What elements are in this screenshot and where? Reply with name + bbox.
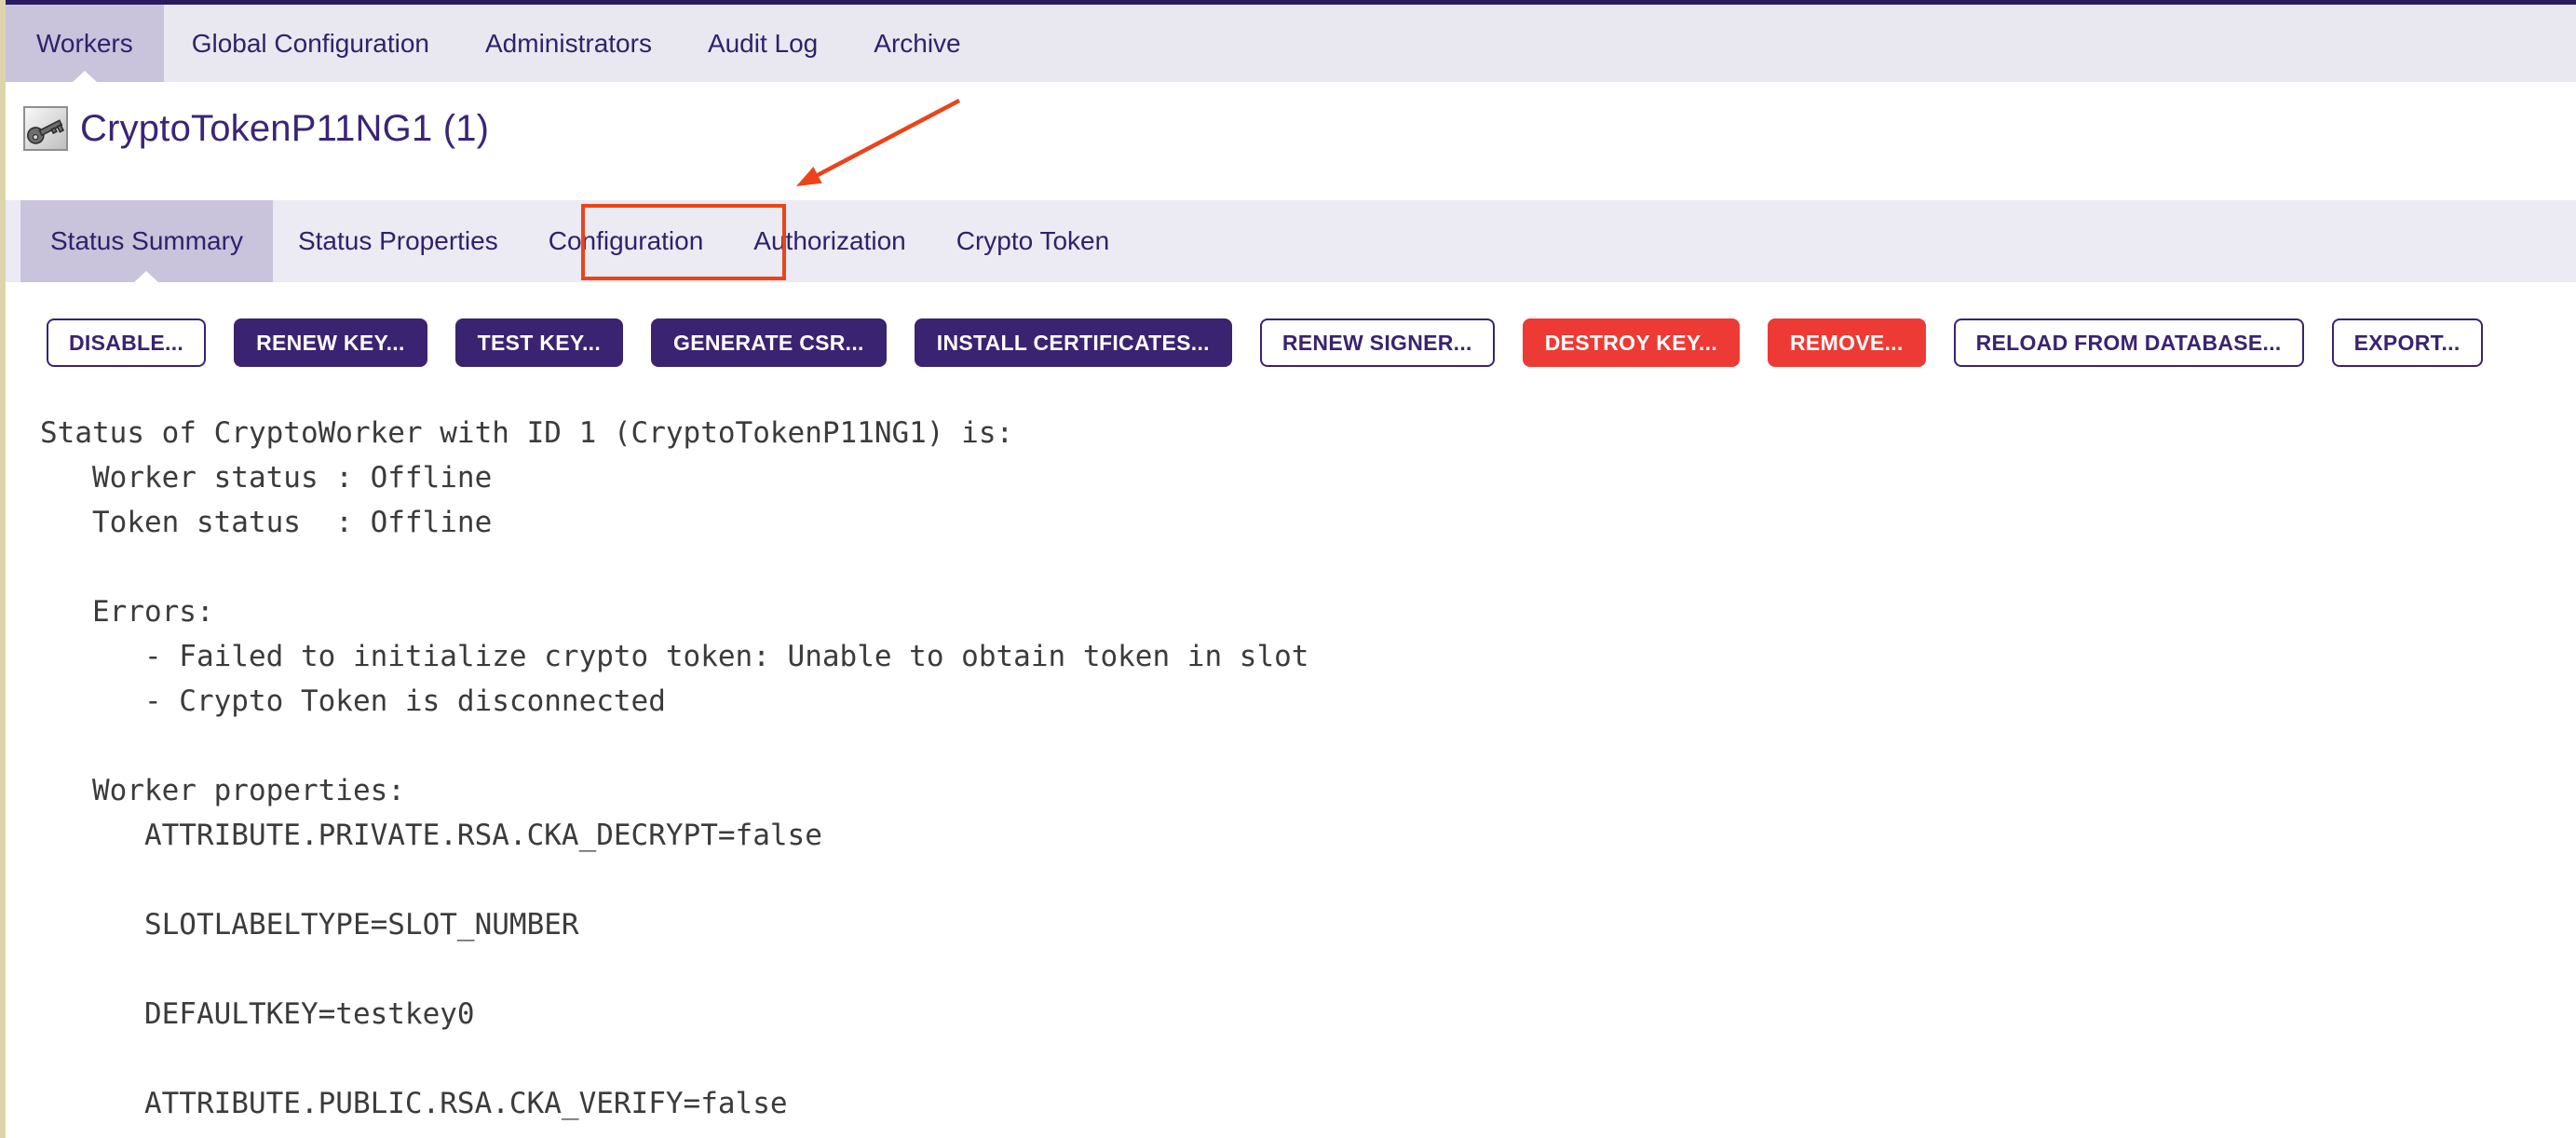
page-title: CryptoTokenP11NG1 (1) bbox=[80, 108, 489, 150]
nav-item-label: Archive bbox=[874, 29, 960, 59]
nav-item-archive[interactable]: Archive bbox=[846, 5, 988, 82]
tab-label: Configuration bbox=[549, 226, 704, 256]
install-certificates-button[interactable]: INSTALL CERTIFICATES... bbox=[915, 318, 1232, 367]
nav-item-label: Workers bbox=[36, 29, 133, 59]
nav-item-label: Audit Log bbox=[708, 29, 818, 59]
tab-status-summary[interactable]: Status Summary bbox=[20, 200, 273, 282]
nav-item-label: Administrators bbox=[485, 29, 652, 59]
tab-label: Authorization bbox=[753, 226, 905, 256]
tab-label: Status Properties bbox=[298, 226, 498, 256]
nav-item-workers[interactable]: Workers bbox=[6, 5, 164, 82]
remove-button[interactable]: REMOVE... bbox=[1768, 318, 1926, 367]
generate-csr-button[interactable]: GENERATE CSR... bbox=[651, 318, 887, 367]
nav-item-audit-log[interactable]: Audit Log bbox=[680, 5, 846, 82]
tab-status-properties[interactable]: Status Properties bbox=[273, 200, 523, 282]
test-key-button[interactable]: TEST KEY... bbox=[455, 318, 623, 367]
renew-signer-button[interactable]: RENEW SIGNER... bbox=[1260, 318, 1495, 367]
destroy-key-button[interactable]: DESTROY KEY... bbox=[1523, 318, 1740, 367]
tab-label: Status Summary bbox=[50, 226, 243, 256]
tab-label: Crypto Token bbox=[956, 226, 1109, 256]
renew-key-button[interactable]: RENEW KEY... bbox=[234, 318, 427, 367]
worker-tabbar: Status Summary Status Properties Configu… bbox=[6, 200, 2576, 282]
crypto-token-key-icon bbox=[23, 106, 68, 151]
reload-from-database-button[interactable]: RELOAD FROM DATABASE... bbox=[1954, 318, 2304, 367]
page-title-row: CryptoTokenP11NG1 (1) bbox=[23, 106, 489, 151]
active-indicator-notch bbox=[134, 271, 158, 282]
signserver-admin-page: Workers Global Configuration Administrat… bbox=[0, 0, 2576, 1138]
nav-item-label: Global Configuration bbox=[192, 29, 429, 59]
worker-status-output: Status of CryptoWorker with ID 1 (Crypto… bbox=[40, 411, 1308, 1126]
disable-button[interactable]: DISABLE... bbox=[47, 318, 206, 367]
tab-authorization[interactable]: Authorization bbox=[728, 200, 930, 282]
main-navbar: Workers Global Configuration Administrat… bbox=[6, 5, 2576, 82]
nav-item-global-configuration[interactable]: Global Configuration bbox=[164, 5, 457, 82]
tab-crypto-token[interactable]: Crypto Token bbox=[931, 200, 1134, 282]
export-button[interactable]: EXPORT... bbox=[2332, 318, 2483, 367]
tab-configuration[interactable]: Configuration bbox=[523, 200, 729, 282]
active-indicator-notch bbox=[73, 71, 97, 82]
nav-item-administrators[interactable]: Administrators bbox=[457, 5, 680, 82]
page-edge-strip bbox=[0, 0, 6, 1138]
worker-action-toolbar: DISABLE... RENEW KEY... TEST KEY... GENE… bbox=[47, 318, 2539, 367]
